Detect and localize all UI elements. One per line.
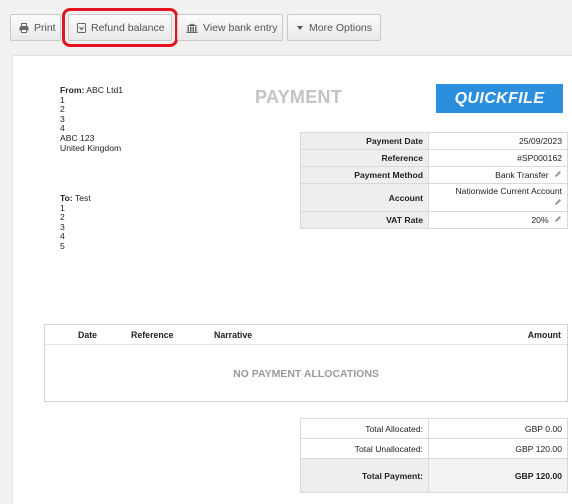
edit-pencil-icon[interactable] (554, 198, 562, 209)
quickfile-logo: QUICKFILE (436, 84, 563, 113)
to-address: To: Test 1 2 3 4 5 (60, 193, 91, 252)
payment-document: From: ABC Ltd1 1 2 3 4 ABC 123 United Ki… (12, 55, 572, 504)
from-address: From: ABC Ltd1 1 2 3 4 ABC 123 United Ki… (60, 85, 124, 153)
detail-row: Payment Method Bank Transfer (300, 166, 568, 184)
document-title: PAYMENT (255, 87, 343, 107)
col-reference: Reference (131, 330, 174, 340)
from-line: United Kingdom (60, 142, 122, 153)
edit-pencil-icon[interactable] (554, 215, 562, 225)
reference-value: #SP000162 (428, 149, 568, 167)
col-amount: Amount (527, 330, 561, 340)
from-line: 3 (60, 113, 65, 124)
vat-rate-cell: 20% (428, 211, 568, 229)
detail-row: Reference #SP000162 (300, 149, 568, 167)
payment-date-label: Payment Date (300, 132, 429, 150)
vat-rate-value: 20% (531, 214, 549, 225)
detail-row: VAT Rate 20% (300, 211, 568, 229)
to-name: Test (74, 193, 91, 203)
no-allocations-message: NO PAYMENT ALLOCATIONS (233, 368, 379, 380)
totals-table: Total Allocated: GBP 0.00 Total Unalloca… (300, 418, 568, 493)
caret-down-icon (296, 25, 304, 31)
allocations-header: Date Reference Narrative Amount (45, 325, 567, 345)
from-name: ABC Ltd1 (86, 85, 124, 95)
view-bank-entry-label: View bank entry (203, 21, 278, 34)
more-options-button[interactable]: More Options (287, 14, 381, 41)
total-unallocated-label: Total Unallocated: (300, 438, 429, 459)
detail-row: Payment Date 25/09/2023 (300, 132, 568, 150)
total-unallocated-value: GBP 120.00 (428, 438, 568, 459)
total-payment-value: GBP 120.00 (428, 458, 568, 493)
more-options-label: More Options (309, 21, 373, 34)
allocations-table: Date Reference Narrative Amount NO PAYME… (44, 324, 568, 402)
account-label: Account (300, 183, 429, 212)
edit-pencil-icon[interactable] (554, 170, 562, 180)
account-cell: Nationwide Current Account (428, 183, 568, 212)
col-date: Date (78, 330, 98, 340)
payment-method-cell: Bank Transfer (428, 166, 568, 184)
to-label: To: (60, 193, 73, 203)
printer-icon (19, 22, 29, 33)
col-narrative: Narrative (214, 330, 253, 340)
payment-details-table: Payment Date 25/09/2023 Reference #SP000… (300, 132, 568, 229)
account-value: Nationwide Current Account (455, 186, 562, 197)
vat-rate-label: VAT Rate (300, 211, 429, 229)
print-button[interactable]: Print (10, 14, 61, 41)
detail-row: Account Nationwide Current Account (300, 183, 568, 212)
totals-row: Total Allocated: GBP 0.00 (300, 418, 568, 439)
refund-balance-label: Refund balance (91, 21, 165, 34)
total-allocated-value: GBP 0.00 (428, 418, 568, 439)
payment-date-value: 25/09/2023 (428, 132, 568, 150)
totals-row: Total Payment: GBP 120.00 (300, 458, 568, 493)
bank-icon (186, 23, 198, 33)
view-bank-entry-button[interactable]: View bank entry (177, 14, 283, 41)
total-payment-label: Total Payment: (300, 458, 429, 493)
refund-balance-button[interactable]: Refund balance (62, 8, 178, 47)
total-allocated-label: Total Allocated: (300, 418, 429, 439)
to-line: 5 (60, 240, 65, 251)
from-line: 1 (60, 94, 65, 105)
totals-row: Total Unallocated: GBP 120.00 (300, 438, 568, 459)
payment-method-label: Payment Method (300, 166, 429, 184)
payment-method-value: Bank Transfer (495, 169, 549, 180)
refund-icon (77, 22, 86, 33)
from-label: From: (60, 85, 85, 95)
reference-label: Reference (300, 149, 429, 167)
print-label: Print (34, 21, 56, 34)
from-line: 2 (60, 104, 65, 115)
